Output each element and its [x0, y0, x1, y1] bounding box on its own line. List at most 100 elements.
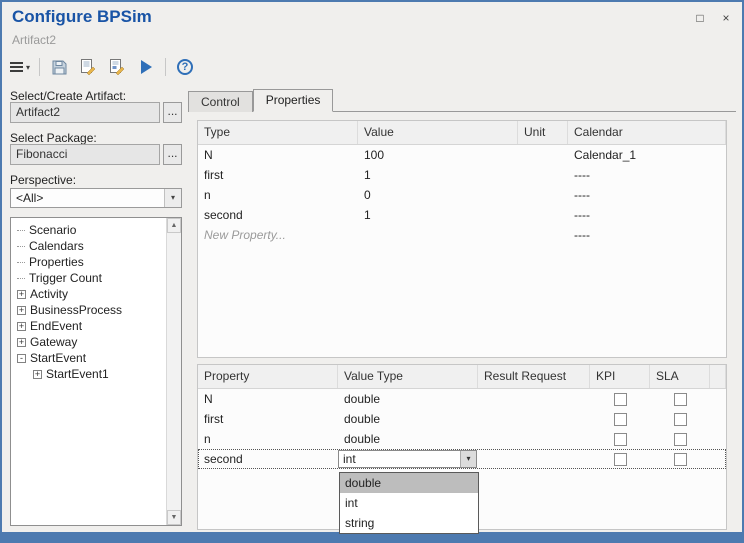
- tab-control[interactable]: Control: [188, 91, 253, 112]
- scroll-down-icon[interactable]: ▼: [167, 510, 181, 525]
- perspective-label: Perspective:: [10, 173, 76, 187]
- dropdown-option-string[interactable]: string: [340, 513, 478, 533]
- tree-item-businessprocess[interactable]: + BusinessProcess: [17, 302, 179, 318]
- tree-item-trigger-count[interactable]: Trigger Count: [17, 270, 179, 286]
- table-row[interactable]: N double: [198, 389, 726, 409]
- tree-item-endevent[interactable]: + EndEvent: [17, 318, 179, 334]
- tree-item-label: StartEvent: [30, 350, 86, 366]
- close-button[interactable]: ×: [718, 10, 734, 26]
- toolbar-separator: [39, 58, 40, 76]
- cell-value-type-editor: int ▾: [338, 449, 478, 469]
- combobox-dropdown-icon[interactable]: ▾: [460, 451, 476, 467]
- cell-result-request: [478, 429, 590, 449]
- tree-item-activity[interactable]: + Activity: [17, 286, 179, 302]
- kpi-checkbox[interactable]: [614, 433, 627, 446]
- cell-value-type: double: [338, 409, 478, 429]
- scroll-up-icon[interactable]: ▲: [167, 218, 181, 233]
- column-header-result-request[interactable]: Result Request: [478, 365, 590, 388]
- artifact-browse-button[interactable]: ...: [163, 102, 182, 123]
- tree-item-label: BusinessProcess: [30, 302, 122, 318]
- tree-item-properties[interactable]: Properties: [17, 254, 179, 270]
- tree-item-label: EndEvent: [30, 318, 82, 334]
- table-row[interactable]: first 1 ----: [198, 165, 726, 185]
- column-header-type[interactable]: Type: [198, 121, 358, 144]
- expand-icon[interactable]: +: [17, 306, 26, 315]
- value-type-combobox[interactable]: int ▾: [338, 450, 477, 468]
- cell-property: first: [198, 409, 338, 429]
- expand-icon[interactable]: +: [17, 322, 26, 331]
- edit-document-alt-icon: [109, 59, 125, 75]
- dropdown-option-int[interactable]: int: [340, 493, 478, 513]
- help-button[interactable]: ?: [175, 57, 195, 77]
- table-row[interactable]: n double: [198, 429, 726, 449]
- tree-item-scenario[interactable]: Scenario: [17, 222, 179, 238]
- sla-checkbox[interactable]: [674, 413, 687, 426]
- expand-icon[interactable]: +: [17, 338, 26, 347]
- sla-checkbox[interactable]: [674, 433, 687, 446]
- tree-item-label: Gateway: [30, 334, 77, 350]
- cell-result-request: [478, 409, 590, 429]
- kpi-checkbox[interactable]: [614, 453, 627, 466]
- column-header-value[interactable]: Value: [358, 121, 518, 144]
- cell-value: [358, 225, 518, 245]
- bpsim-tree: Scenario Calendars Properties Trigger Co…: [10, 217, 182, 526]
- package-label: Select Package:: [10, 131, 97, 145]
- tree-item-startevent1[interactable]: + StartEvent1: [33, 366, 179, 382]
- edit-document-button[interactable]: [78, 57, 98, 77]
- run-simulation-button[interactable]: [136, 57, 156, 77]
- artifact-label: Select/Create Artifact:: [10, 89, 126, 103]
- tree-item-label: Activity: [30, 286, 68, 302]
- cell-type: N: [198, 145, 358, 165]
- tab-properties[interactable]: Properties: [253, 89, 334, 112]
- cell-value: 100: [358, 145, 518, 165]
- cell-unit: [518, 205, 568, 225]
- tree-item-label: StartEvent1: [46, 366, 109, 382]
- package-browse-button[interactable]: ...: [163, 144, 182, 165]
- table-row[interactable]: first double: [198, 409, 726, 429]
- column-header-kpi[interactable]: KPI: [590, 365, 650, 388]
- save-button[interactable]: [49, 57, 69, 77]
- perspective-select[interactable]: <All> ▾: [10, 188, 182, 208]
- table-row[interactable]: n 0 ----: [198, 185, 726, 205]
- menu-button[interactable]: ▾: [10, 60, 30, 74]
- cell-value: 0: [358, 185, 518, 205]
- column-header-value-type[interactable]: Value Type: [338, 365, 478, 388]
- artifact-field[interactable]: Artifact2: [10, 102, 160, 123]
- table-header: Property Value Type Result Request KPI S…: [198, 365, 726, 389]
- cell-filler: [710, 449, 726, 469]
- maximize-button[interactable]: □: [692, 10, 708, 26]
- column-header-calendar[interactable]: Calendar: [568, 121, 726, 144]
- sla-checkbox[interactable]: [674, 453, 687, 466]
- table-row[interactable]: N 100 Calendar_1: [198, 145, 726, 165]
- collapse-icon[interactable]: -: [17, 354, 26, 363]
- toolbar: ▾: [10, 56, 195, 78]
- table-row-selected[interactable]: second int ▾: [198, 449, 726, 469]
- cell-property: n: [198, 429, 338, 449]
- cell-type: n: [198, 185, 358, 205]
- new-property-row[interactable]: New Property... ----: [198, 225, 726, 245]
- kpi-checkbox[interactable]: [614, 413, 627, 426]
- tree-item-startevent[interactable]: -StartEvent: [17, 350, 179, 366]
- tree-item-calendars[interactable]: Calendars: [17, 238, 179, 254]
- sla-checkbox[interactable]: [674, 393, 687, 406]
- package-field[interactable]: Fibonacci: [10, 144, 160, 165]
- tree-scrollbar[interactable]: ▲ ▼: [166, 218, 181, 525]
- cell-new-property[interactable]: New Property...: [198, 225, 358, 245]
- table-header: Type Value Unit Calendar: [198, 121, 726, 145]
- dropdown-option-double[interactable]: double: [340, 473, 478, 493]
- tree-item-gateway[interactable]: + Gateway: [17, 334, 179, 350]
- dialog-subtitle: Artifact2: [12, 33, 56, 47]
- cell-unit: [518, 185, 568, 205]
- column-header-unit[interactable]: Unit: [518, 121, 568, 144]
- column-header-sla[interactable]: SLA: [650, 365, 710, 388]
- column-header-property[interactable]: Property: [198, 365, 338, 388]
- expand-icon[interactable]: +: [17, 290, 26, 299]
- table-row[interactable]: second 1 ----: [198, 205, 726, 225]
- kpi-checkbox[interactable]: [614, 393, 627, 406]
- column-header-filler: [710, 365, 726, 388]
- property-values-table: Type Value Unit Calendar N 100 Calendar_…: [197, 120, 727, 358]
- expand-icon[interactable]: +: [33, 370, 42, 379]
- edit-document-alt-button[interactable]: [107, 57, 127, 77]
- chevron-down-icon: ▾: [164, 189, 181, 207]
- tree-twig: [17, 246, 25, 247]
